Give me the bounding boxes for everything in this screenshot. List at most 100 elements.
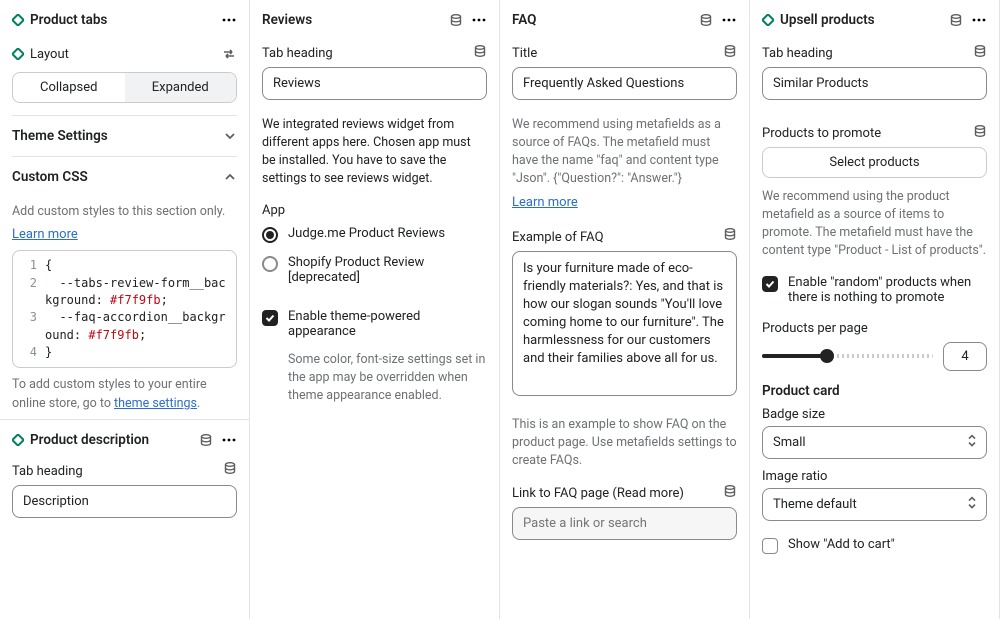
section-icon (12, 14, 24, 26)
checkbox-label: Enable "random" products when there is n… (788, 275, 987, 305)
css-help-text: Add custom styles to this section only. (12, 203, 237, 221)
more-actions-icon[interactable] (971, 12, 987, 28)
radio-icon (262, 227, 278, 243)
tab-heading-input[interactable] (762, 67, 987, 100)
checkbox-theme-appearance[interactable]: Enable theme-powered appearance (262, 303, 487, 345)
accordion-custom-css[interactable]: Custom CSS (12, 156, 237, 197)
dynamic-source-icon[interactable] (973, 124, 987, 138)
ppp-value[interactable]: 4 (943, 342, 987, 371)
faq-help: We recommend using metafields as a sourc… (512, 116, 737, 189)
tab-heading-label: Tab heading (12, 464, 83, 479)
section-header-upsell: Upsell products (762, 8, 987, 38)
section-header-product-tabs: Product tabs (12, 8, 237, 38)
tab-heading-input[interactable] (12, 485, 237, 518)
accordion-label: Theme Settings (12, 128, 108, 144)
css-footer-text: To add custom styles to your entire onli… (12, 376, 237, 412)
block-icon (762, 14, 774, 26)
section-title: FAQ (512, 12, 536, 28)
section-title: Product tabs (30, 12, 107, 28)
reviews-description: We integrated reviews widget from differ… (262, 116, 487, 189)
code-text: ; (161, 293, 168, 307)
css-editor[interactable]: 1{ 2 --tabs-review-form__background: #f7… (12, 250, 237, 368)
dynamic-source-icon[interactable] (199, 433, 213, 447)
section-header-reviews: Reviews (262, 8, 487, 38)
section-header-product-description: Product description (12, 424, 237, 456)
radio-shopify-review[interactable]: Shopify Product Review [deprecated] (262, 249, 487, 291)
block-icon (12, 434, 24, 446)
checkbox-icon (762, 538, 778, 554)
panel-reviews: Reviews Tab heading We integrated review… (250, 0, 500, 619)
more-actions-icon[interactable] (221, 12, 237, 28)
block-icon (12, 48, 24, 60)
sync-icon[interactable] (221, 46, 237, 62)
tab-heading-label: Tab heading (762, 46, 833, 61)
more-actions-icon[interactable] (471, 12, 487, 28)
checkbox-icon (762, 276, 778, 292)
dynamic-source-icon[interactable] (473, 44, 487, 58)
checkbox-label: Enable theme-powered appearance (288, 309, 487, 339)
section-title: Product description (30, 432, 149, 448)
dynamic-source-icon[interactable] (223, 461, 237, 475)
section-header-faq: FAQ (512, 8, 737, 38)
seg-expanded[interactable]: Expanded (125, 73, 237, 102)
layout-segmented-control[interactable]: Collapsed Expanded (12, 72, 237, 103)
learn-more-link[interactable]: Learn more (12, 227, 237, 242)
section-title: Reviews (262, 12, 312, 28)
badge-size-label: Badge size (762, 407, 987, 422)
link-label: Link to FAQ page (Read more) (512, 486, 684, 501)
checkbox-random-products[interactable]: Enable "random" products when there is n… (762, 269, 987, 311)
link-input[interactable] (512, 507, 737, 540)
dynamic-source-icon[interactable] (949, 13, 963, 27)
learn-more-link[interactable]: Learn more (512, 195, 737, 210)
promote-help: We recommend using the product metafield… (762, 188, 987, 261)
dynamic-source-icon[interactable] (449, 13, 463, 27)
code-text: } (45, 344, 228, 361)
layout-label: Layout (30, 47, 69, 62)
ppp-slider-row: 4 (762, 342, 987, 371)
select-products-button[interactable]: Select products (762, 147, 987, 178)
checkbox-icon (262, 310, 278, 326)
image-ratio-label: Image ratio (762, 469, 987, 484)
chevron-down-icon (223, 129, 237, 143)
title-label: Title (512, 46, 537, 61)
code-text: ; (139, 328, 146, 342)
ppp-label: Products per page (762, 321, 987, 336)
badge-size-select[interactable]: Small (762, 426, 987, 459)
more-actions-icon[interactable] (721, 12, 737, 28)
panel-faq: FAQ Title We recommend using metafields … (500, 0, 750, 619)
more-actions-icon[interactable] (221, 432, 237, 448)
select-chevrons-icon (967, 434, 977, 448)
image-ratio-select[interactable]: Theme default (762, 488, 987, 521)
example-textarea[interactable] (512, 251, 737, 396)
dynamic-source-icon[interactable] (723, 227, 737, 241)
theme-settings-link[interactable]: theme settings (114, 396, 197, 411)
code-text: { (45, 257, 228, 274)
dynamic-source-icon[interactable] (973, 44, 987, 58)
code-text: #f7f9fb (110, 293, 161, 307)
example-help: This is an example to show FAQ on the pr… (512, 416, 737, 470)
dynamic-source-icon[interactable] (723, 484, 737, 498)
radio-icon (262, 256, 278, 272)
checkbox-show-add-to-cart[interactable]: Show "Add to cart" (762, 531, 987, 560)
select-chevrons-icon (967, 496, 977, 510)
product-card-heading: Product card (762, 383, 987, 399)
radio-label: Shopify Product Review [deprecated] (288, 255, 487, 285)
seg-collapsed[interactable]: Collapsed (13, 73, 125, 102)
checkbox-help: Some color, font-size settings set in th… (288, 351, 487, 405)
radio-judgeme[interactable]: Judge.me Product Reviews (262, 220, 487, 249)
app-label: App (262, 203, 487, 218)
code-text: #f7f9fb (88, 328, 139, 342)
accordion-label: Custom CSS (12, 169, 88, 185)
tab-heading-label: Tab heading (262, 46, 333, 61)
tab-heading-input[interactable] (262, 67, 487, 100)
dynamic-source-icon[interactable] (699, 13, 713, 27)
accordion-theme-settings[interactable]: Theme Settings (12, 115, 237, 156)
ppp-slider[interactable] (762, 354, 933, 358)
section-title: Upsell products (780, 12, 875, 28)
layout-row: Layout (12, 38, 237, 66)
dynamic-source-icon[interactable] (723, 44, 737, 58)
title-input[interactable] (512, 67, 737, 100)
panel-product-tabs: Product tabs Layout Collapsed Expanded T… (0, 0, 250, 619)
example-label: Example of FAQ (512, 230, 604, 245)
checkbox-label: Show "Add to cart" (788, 537, 895, 552)
